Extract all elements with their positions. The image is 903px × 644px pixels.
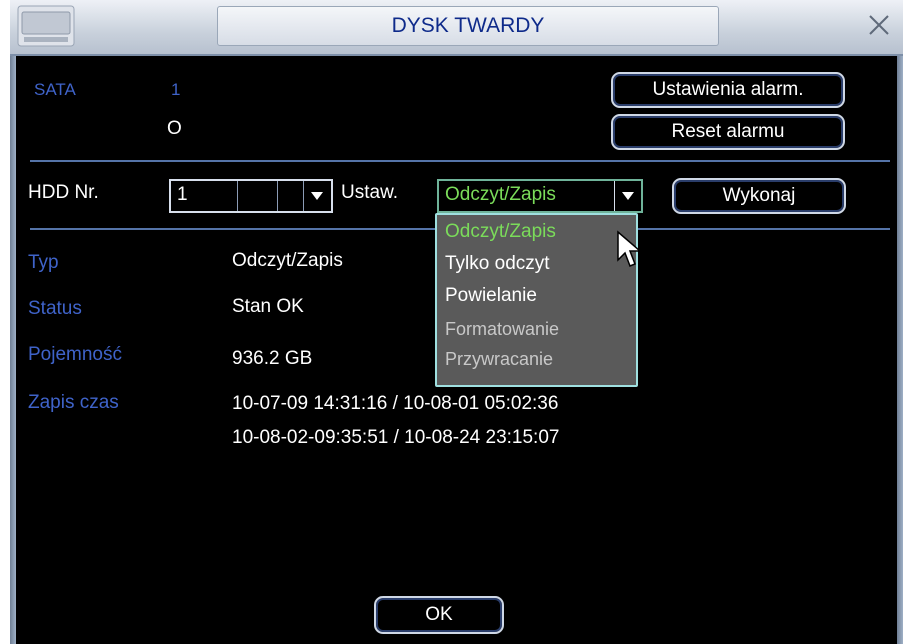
frame-left-border bbox=[10, 56, 16, 644]
dropdown-option-format[interactable]: Formatowanie bbox=[445, 319, 559, 340]
mouse-cursor-icon bbox=[617, 230, 642, 267]
sata-label: SATA bbox=[34, 80, 76, 99]
record-time-line-1: 10-07-09 14:31:16 / 10-08-01 05:02:36 bbox=[232, 393, 559, 414]
dropdown-option-restore[interactable]: Przywracanie bbox=[445, 349, 553, 370]
sata-number: 1 bbox=[171, 80, 181, 99]
close-icon[interactable] bbox=[862, 8, 896, 42]
hdd-number-label: HDD Nr. bbox=[28, 182, 99, 203]
sata-status-symbol: O bbox=[167, 118, 182, 139]
type-label: Typ bbox=[28, 252, 59, 273]
dropdown-option-duplicate[interactable]: Powielanie bbox=[445, 285, 537, 307]
dropdown-option-read-only[interactable]: Tylko odczyt bbox=[445, 253, 550, 275]
status-value: Stan OK bbox=[232, 296, 304, 317]
dropdown-option-read-write[interactable]: Odczyt/Zapis bbox=[445, 221, 556, 243]
record-time-line-2: 10-08-02-09:35:51 / 10-08-24 23:15:07 bbox=[232, 427, 560, 448]
hdd-select-segment bbox=[237, 181, 278, 211]
chevron-down-icon[interactable] bbox=[311, 192, 323, 200]
chevron-down-icon bbox=[622, 192, 634, 200]
set-mode-label: Ustaw. bbox=[341, 182, 399, 203]
alarm-settings-button[interactable]: Ustawienia alarm. bbox=[611, 72, 845, 108]
hdd-select-segment bbox=[277, 181, 304, 211]
mode-dropdown-button[interactable] bbox=[614, 181, 641, 211]
ok-button[interactable]: OK bbox=[374, 596, 504, 634]
hard-disk-icon bbox=[17, 5, 75, 47]
hdd-window: DYSK TWARDY SATA 1 O Ustawienia alarm. R… bbox=[10, 0, 903, 644]
alarm-reset-button[interactable]: Reset alarmu bbox=[611, 114, 845, 150]
set-mode-select[interactable]: Odczyt/Zapis bbox=[437, 179, 643, 213]
type-value: Odczyt/Zapis bbox=[232, 250, 343, 271]
title-bar: DYSK TWARDY bbox=[10, 0, 903, 56]
execute-button[interactable]: Wykonaj bbox=[672, 178, 846, 214]
hdd-number-value: 1 bbox=[177, 184, 188, 205]
set-mode-value: Odczyt/Zapis bbox=[445, 184, 556, 205]
record-time-label: Zapis czas bbox=[28, 392, 119, 413]
divider-top bbox=[30, 160, 890, 162]
capacity-value: 936.2 GB bbox=[232, 348, 313, 369]
mode-dropdown-list: Odczyt/Zapis Tylko odczyt Powielanie For… bbox=[435, 213, 638, 387]
hdd-number-select[interactable]: 1 bbox=[169, 179, 333, 213]
frame-right-border bbox=[897, 56, 903, 644]
window-title: DYSK TWARDY bbox=[217, 6, 719, 46]
status-label: Status bbox=[28, 298, 82, 319]
capacity-label: Pojemność bbox=[28, 344, 122, 365]
